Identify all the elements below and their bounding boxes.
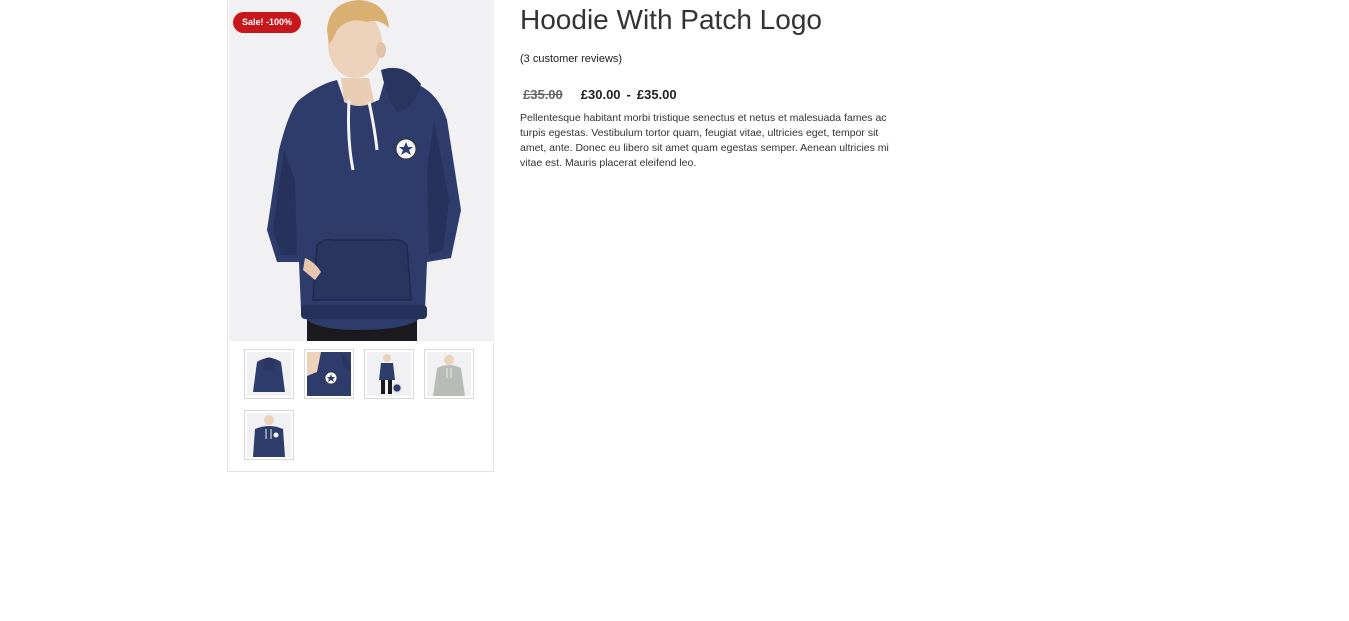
sale-badge: Sale! -100%: [233, 12, 302, 33]
product-short-description: Pellentesque habitant morbi tristique se…: [520, 112, 889, 169]
price-sale-min: £30.00: [580, 87, 621, 102]
price-sale-max: £35.00: [636, 87, 677, 102]
thumbnail-hoodie-side[interactable]: [364, 349, 414, 399]
thumbnail-hoodie-front[interactable]: [244, 410, 294, 460]
hoodie-model-photo: [229, 0, 494, 341]
hoodie-logo-image: [307, 352, 351, 396]
price-range-separator: -: [626, 87, 631, 102]
hoodie-side-image: [367, 352, 411, 396]
customer-reviews-link[interactable]: (3 customer reviews): [520, 53, 622, 65]
product-title: Hoodie With Patch Logo: [520, 4, 822, 35]
product-page: Sale! -100% Hoodie With Patch Logo (3 cu…: [0, 0, 1349, 621]
thumbnail-hoodie-back[interactable]: [244, 349, 294, 399]
price-regular: £35.00: [523, 87, 563, 102]
hoodie-grey-image: [427, 352, 471, 396]
product-main-image[interactable]: Sale! -100%: [229, 0, 494, 341]
price: £35.00 £30.00- £35.00: [523, 87, 677, 102]
thumbnail-hoodie-grey[interactable]: [424, 349, 474, 399]
thumbnail-hoodie-logo[interactable]: [304, 349, 354, 399]
hoodie-front-image: [247, 413, 291, 457]
product-gallery: Sale! -100%: [227, 0, 494, 472]
hoodie-back-image: [247, 352, 291, 396]
